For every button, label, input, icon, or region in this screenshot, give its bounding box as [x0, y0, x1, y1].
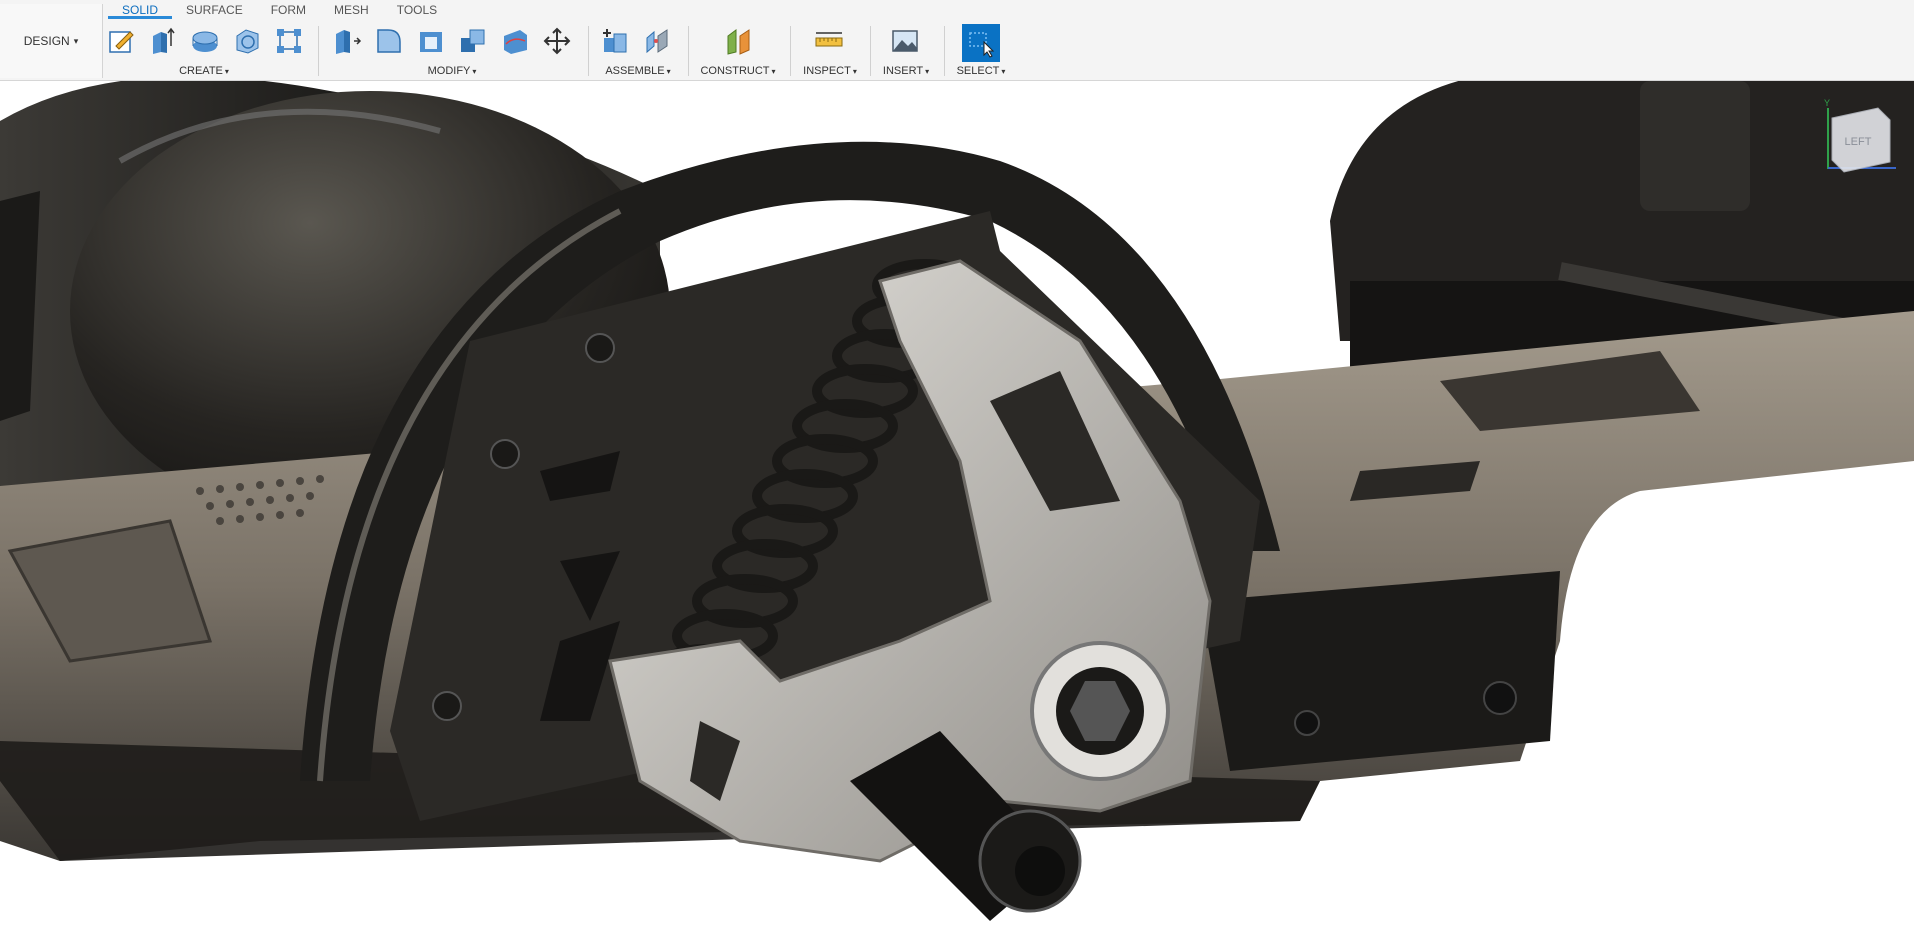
separator	[588, 26, 589, 76]
new-component-button[interactable]	[598, 24, 632, 58]
viewcube-face-label: LEFT	[1845, 136, 1872, 148]
select-cursor-icon	[969, 32, 995, 58]
tab-label: SURFACE	[186, 3, 243, 17]
caret-down-icon: ▾	[224, 67, 229, 76]
assemble-menu[interactable]: ASSEMBLE ▾	[598, 65, 678, 77]
tab-form[interactable]: FORM	[257, 0, 320, 19]
modify-group: MODIFY ▾	[330, 22, 574, 80]
create-sketch-button[interactable]	[104, 24, 138, 58]
new-component-icon	[603, 29, 627, 53]
model-render	[0, 81, 1914, 921]
measure-button[interactable]	[812, 24, 846, 58]
tab-solid[interactable]: SOLID	[108, 0, 173, 19]
shell-button[interactable]	[414, 24, 448, 58]
combine-button[interactable]	[456, 24, 490, 58]
caret-down-icon: ▾	[472, 67, 477, 76]
viewcube-y-axis-label: Y	[1824, 98, 1830, 108]
tab-label: TOOLS	[396, 3, 438, 17]
inspect-group: INSPECT ▾	[798, 22, 862, 80]
joint-button[interactable]	[640, 24, 674, 58]
offset-face-icon	[504, 30, 527, 54]
workspace-label: DESIGN	[23, 34, 70, 48]
construct-menu[interactable]: CONSTRUCT ▾	[696, 65, 780, 77]
sweep-icon	[236, 29, 259, 54]
offset-plane-button[interactable]	[722, 24, 756, 58]
tab-surface[interactable]: SURFACE	[172, 0, 257, 19]
offset-face-button[interactable]	[498, 24, 532, 58]
fillet-button[interactable]	[372, 24, 406, 58]
move-icon	[543, 27, 571, 55]
modify-label: MODIFY	[427, 65, 471, 77]
shell-icon	[420, 32, 442, 52]
separator	[944, 26, 945, 76]
caret-down-icon: ▾	[852, 67, 857, 76]
create-group: CREATE ▾	[104, 22, 304, 80]
caret-down-icon: ▾	[666, 67, 671, 76]
viewcube[interactable]: LEFT Y	[1818, 98, 1898, 188]
insert-menu[interactable]: INSERT ▾	[876, 65, 936, 77]
image-icon	[892, 30, 918, 52]
inspect-label: INSPECT	[803, 65, 851, 77]
construction-plane-icon	[727, 29, 750, 55]
select-label: SELECT	[956, 65, 1000, 77]
tab-bar: SOLID SURFACE FORM MESH TOOLS	[108, 0, 451, 22]
separator	[318, 26, 319, 76]
insert-canvas-button[interactable]	[888, 24, 922, 58]
press-pull-button[interactable]	[330, 24, 364, 58]
caret-down-icon: ▾	[925, 67, 930, 76]
select-button[interactable]	[962, 24, 1000, 62]
move-copy-button[interactable]	[540, 24, 574, 58]
press-pull-icon	[336, 30, 362, 54]
sketch-icon	[109, 31, 134, 53]
create-label: CREATE	[179, 65, 223, 77]
canvas-viewport[interactable]: LEFT Y	[0, 81, 1914, 927]
combine-icon	[461, 29, 485, 52]
caret-down-icon: ▾	[771, 67, 776, 76]
inspect-menu[interactable]: INSPECT ▾	[798, 65, 862, 77]
tab-label: FORM	[270, 3, 307, 17]
workspace-switcher-button[interactable]: DESIGN ▾	[0, 4, 103, 78]
insert-group: INSERT ▾	[876, 22, 936, 80]
assemble-label: ASSEMBLE	[605, 65, 665, 77]
create-menu[interactable]: CREATE ▾	[104, 65, 304, 77]
select-menu[interactable]: SELECT ▾	[950, 65, 1012, 77]
select-group: SELECT ▾	[950, 22, 1012, 80]
revolve-icon	[192, 31, 218, 52]
toolbar: DESIGN ▾ SOLID SURFACE FORM MESH TOOLS C…	[0, 0, 1914, 81]
joint-icon	[646, 29, 668, 54]
extrude-icon	[153, 27, 175, 54]
pattern-icon	[277, 29, 301, 53]
extrude-button[interactable]	[146, 24, 180, 58]
pattern-button[interactable]	[272, 24, 306, 58]
tab-label: MESH	[334, 3, 369, 17]
separator	[790, 26, 791, 76]
measure-icon	[815, 32, 843, 47]
tab-label: SOLID	[122, 3, 159, 17]
tab-mesh[interactable]: MESH	[320, 0, 383, 19]
sweep-button[interactable]	[230, 24, 264, 58]
fillet-icon	[377, 29, 401, 53]
caret-down-icon: ▾	[1001, 67, 1006, 76]
separator	[688, 26, 689, 76]
separator	[870, 26, 871, 76]
construct-group: CONSTRUCT ▾	[696, 22, 780, 80]
construct-label: CONSTRUCT	[700, 65, 770, 77]
modify-menu[interactable]: MODIFY ▾	[330, 65, 574, 77]
revolve-button[interactable]	[188, 24, 222, 58]
tab-tools[interactable]: TOOLS	[383, 0, 451, 19]
caret-down-icon: ▾	[73, 35, 79, 46]
assemble-group: ASSEMBLE ▾	[598, 22, 678, 80]
insert-label: INSERT	[882, 65, 924, 77]
